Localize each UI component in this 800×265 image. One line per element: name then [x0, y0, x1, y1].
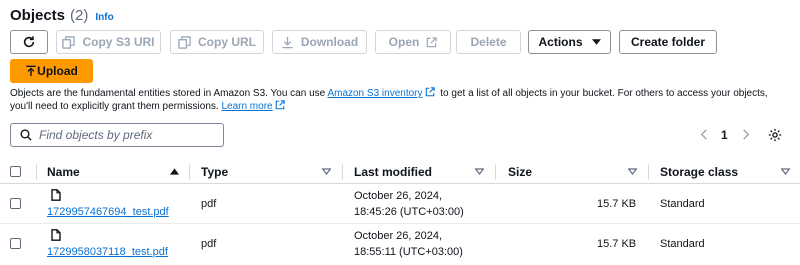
last-modified-date: October 26, 2024, — [354, 230, 443, 242]
sort-icon[interactable] — [628, 168, 637, 175]
column-divider — [36, 164, 37, 180]
object-count: (2) — [70, 7, 89, 24]
download-label: Download — [300, 35, 359, 49]
last-modified-time: 18:45:26 (UTC+03:00) — [354, 206, 464, 218]
external-link-icon — [425, 87, 435, 97]
column-header-size[interactable]: Size — [508, 165, 532, 179]
refresh-button[interactable] — [10, 30, 48, 54]
delete-label: Delete — [470, 35, 507, 49]
search-box[interactable] — [10, 123, 224, 147]
s3-inventory-link[interactable]: Amazon S3 inventory — [327, 88, 422, 99]
page-title: Objects — [10, 7, 66, 24]
next-page-icon[interactable] — [742, 129, 750, 140]
create-folder-label: Create folder — [630, 35, 706, 49]
current-page[interactable]: 1 — [721, 128, 728, 142]
column-divider — [648, 164, 649, 180]
row-checkbox[interactable] — [10, 198, 21, 209]
external-link-icon — [275, 100, 285, 110]
sort-icon[interactable] — [475, 168, 484, 175]
search-input[interactable] — [39, 128, 219, 142]
copy-s3-uri-label: Copy S3 URI — [82, 35, 155, 49]
copy-url-button[interactable]: Copy URL — [170, 30, 264, 54]
upload-button[interactable]: Upload — [10, 59, 93, 83]
caret-down-icon — [591, 39, 601, 45]
gear-icon[interactable] — [768, 128, 782, 142]
delete-button[interactable]: Delete — [456, 30, 521, 54]
description-text-1: Objects are the fundamental entities sto… — [10, 88, 328, 99]
sort-icon[interactable] — [781, 168, 790, 175]
object-name-link[interactable]: 1729957467694_test.pdf — [47, 206, 169, 218]
column-header-type[interactable]: Type — [201, 165, 228, 179]
create-folder-button[interactable]: Create folder — [619, 30, 717, 54]
search-icon — [20, 129, 32, 141]
object-name-link[interactable]: 1729958037118_test.pdf — [47, 246, 168, 258]
table-row[interactable]: 1729958037118_test.pdf pdf October 26, 2… — [0, 224, 800, 264]
table-header: Name Type Last modified Size Storage cla… — [0, 160, 800, 184]
object-type: pdf — [201, 238, 217, 250]
upload-icon — [26, 65, 36, 77]
column-header-last-modified[interactable]: Last modified — [354, 165, 432, 179]
column-divider — [189, 164, 190, 180]
actions-dropdown[interactable]: Actions — [528, 30, 611, 54]
copy-s3-uri-button[interactable]: Copy S3 URI — [56, 30, 161, 54]
storage-class: Standard — [660, 198, 705, 210]
previous-page-icon[interactable] — [700, 129, 708, 140]
object-size: 15.7 KB — [597, 238, 637, 250]
open-button[interactable]: Open — [375, 30, 451, 54]
object-type: pdf — [201, 198, 217, 210]
storage-class: Standard — [660, 238, 705, 250]
info-link[interactable]: Info — [95, 12, 113, 23]
object-size: 15.7 KB — [597, 198, 637, 210]
file-icon — [51, 189, 61, 201]
row-checkbox[interactable] — [10, 238, 21, 249]
copy-url-label: Copy URL — [198, 35, 256, 49]
objects-header: Objects (2) Info — [10, 7, 114, 24]
column-header-name[interactable]: Name — [47, 165, 80, 179]
last-modified-time: 18:55:11 (UTC+03:00) — [354, 246, 463, 258]
column-divider — [342, 164, 343, 180]
open-label: Open — [388, 35, 420, 49]
file-icon — [51, 229, 61, 241]
objects-description: Objects are the fundamental entities sto… — [10, 87, 790, 113]
copy-icon — [178, 35, 191, 49]
external-link-icon — [427, 36, 438, 47]
refresh-icon — [23, 36, 35, 48]
sort-ascending-icon[interactable] — [170, 168, 179, 175]
table-row[interactable]: 1729957467694_test.pdf pdf October 26, 2… — [0, 184, 800, 224]
column-header-storage-class[interactable]: Storage class — [660, 165, 738, 179]
last-modified-date: October 26, 2024, — [354, 190, 443, 202]
download-icon — [282, 36, 293, 48]
upload-label: Upload — [37, 64, 78, 78]
column-divider — [495, 164, 496, 180]
copy-icon — [62, 35, 76, 49]
download-button[interactable]: Download — [272, 30, 367, 54]
select-all-checkbox[interactable] — [10, 166, 21, 177]
sort-icon[interactable] — [322, 168, 331, 175]
actions-label: Actions — [538, 35, 583, 49]
learn-more-link[interactable]: Learn more — [221, 101, 272, 112]
